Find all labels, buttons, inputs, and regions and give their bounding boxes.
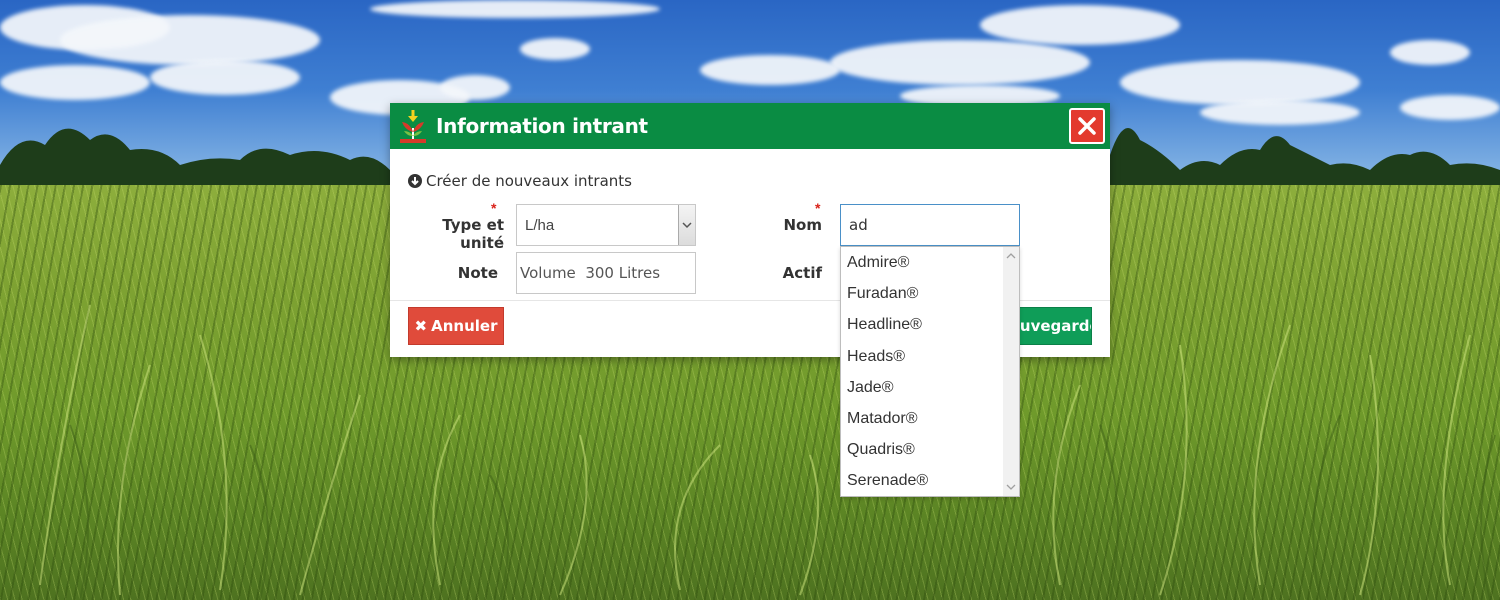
list-item[interactable]: Jade® [841, 372, 1003, 403]
list-item[interactable]: Matador® [841, 403, 1003, 434]
close-icon: ✖ [414, 317, 428, 335]
autocomplete-list: Admire® Furadan® Headline® Heads® Jade® … [841, 247, 1003, 497]
type-unit-label: Type et unité [442, 216, 504, 252]
section-heading-text: Créer de nouveaux intrants [426, 172, 632, 190]
list-item[interactable]: Quadris® [841, 434, 1003, 465]
list-item[interactable]: Furadan® [841, 278, 1003, 309]
close-icon [1078, 117, 1096, 135]
active-label: Actif [782, 264, 822, 282]
name-input[interactable] [840, 204, 1020, 246]
note-label: Note [457, 264, 498, 282]
required-marker: * [491, 200, 497, 216]
name-label: Nom [783, 216, 823, 234]
modal-header: Information intrant [390, 103, 1110, 149]
list-item[interactable]: Admire® [841, 247, 1003, 278]
scroll-down-icon[interactable] [1003, 480, 1019, 494]
arrow-down-circle-icon [408, 174, 422, 188]
close-button[interactable] [1069, 108, 1105, 144]
scroll-up-icon[interactable] [1003, 249, 1019, 263]
list-item[interactable]: Heads® [841, 341, 1003, 372]
select-arrow[interactable] [678, 205, 695, 245]
type-unit-value: L/ha [525, 217, 555, 234]
modal-title: Information intrant [436, 114, 648, 138]
type-unit-select[interactable]: L/ha [516, 204, 696, 246]
required-marker: * [815, 200, 821, 216]
cancel-button[interactable]: ✖ Annuler [408, 307, 504, 345]
plant-logo-icon [397, 108, 429, 144]
dropdown-scrollbar[interactable] [1003, 247, 1019, 496]
list-item[interactable]: Serenade® [841, 465, 1003, 496]
note-input[interactable] [516, 252, 696, 294]
cancel-button-label: Annuler [431, 317, 498, 335]
section-heading[interactable]: Créer de nouveaux intrants [408, 172, 632, 190]
chevron-down-icon [682, 222, 692, 229]
name-autocomplete-dropdown[interactable]: Admire® Furadan® Headline® Heads® Jade® … [840, 246, 1020, 497]
list-item[interactable]: Headline® [841, 309, 1003, 340]
